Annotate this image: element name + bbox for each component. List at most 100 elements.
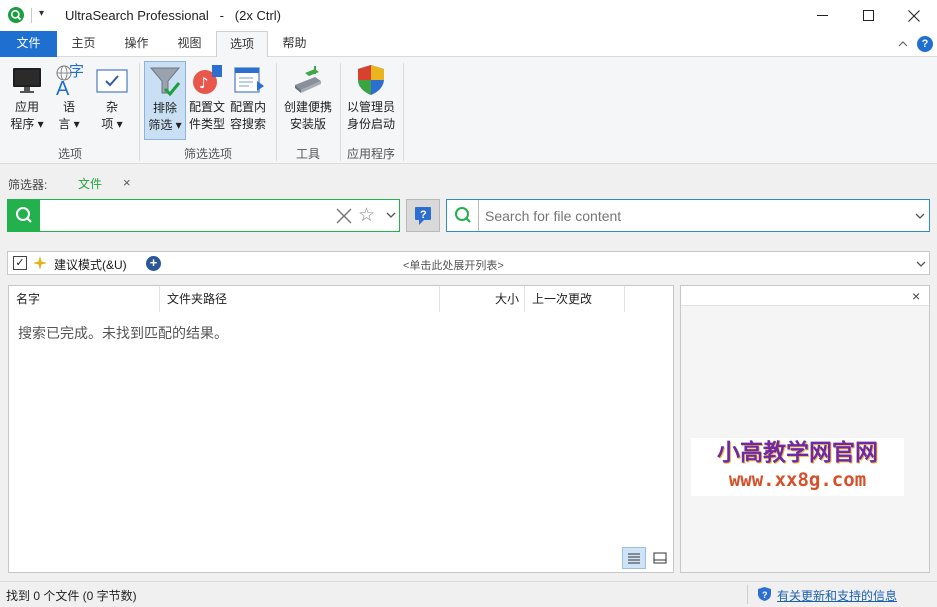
tab-help[interactable]: 帮助 [268,31,321,57]
maximize-button[interactable] [845,0,891,31]
checkbox-icon [95,63,129,97]
language-char: 字 [69,63,85,80]
watermark-logo: 小高教学网官网 www.xx8g.com [691,438,904,496]
status-result-count: 找到 0 个文件 (0 字节数) [6,589,137,603]
filter-tag-files[interactable]: 文件 [78,175,102,192]
applications-label-2: 程序 ▾ [10,117,44,131]
create-portable-button[interactable]: 创建便携 安装版 [281,61,335,139]
watermark-line-1: 小高教学网官网 [717,440,878,466]
group-label-tools: 工具 [295,147,320,161]
exclude-filter-label-2: 筛选 ▾ [148,118,182,132]
configure-content-search-label-2: 容搜索 [229,117,266,131]
exclude-filter-button[interactable]: 排除 筛选 ▾ [144,61,186,140]
monitor-icon [11,63,43,97]
group-separator [139,63,140,161]
preview-header [681,286,929,306]
configure-content-search-label-1: 配置内 [229,100,266,114]
filter-bar: 筛选器: 文件 × [0,165,937,201]
configure-file-types-label-1: 配置文 [188,100,225,114]
expand-list-text[interactable]: <单击此处展开列表> [403,257,504,273]
svg-text:♪: ♪ [199,74,209,92]
query-help-button[interactable]: ? [406,199,440,232]
misc-label-1: 杂 [105,100,118,114]
ribbon-tab-bar: 文件 主页 操作 视图 选项 帮助 ? [0,31,937,58]
content-search-box [446,199,930,232]
minimize-button[interactable] [799,0,845,31]
tab-actions[interactable]: 操作 [110,31,163,57]
content-search-input[interactable] [485,203,905,228]
preview-close-icon[interactable]: × [912,288,920,304]
music-file-icon: ♪ [190,63,224,97]
column-header-size[interactable]: 大小 [440,286,525,312]
collapse-ribbon-icon[interactable] [896,37,910,51]
suggestion-dropdown-icon[interactable] [915,258,927,270]
run-as-admin-label-1: 以管理员 [346,100,395,114]
suggestion-bar[interactable]: ✓ 建议模式(&U) + <单击此处展开列表> [7,251,930,275]
group-separator [403,63,404,161]
suggestion-mode-label: 建议模式(&U) [54,258,127,272]
svg-text:?: ? [420,209,427,221]
details-view-icon[interactable] [622,547,646,569]
add-suggestion-icon[interactable]: + [146,256,161,271]
results-panel: 名字 文件夹路径 大小 上一次更改 搜索已完成。未找到匹配的结果。 [8,285,674,573]
window-title: UltraSearch Professional - (2x Ctrl) [65,8,282,23]
search-history-dropdown-icon[interactable] [385,209,397,221]
clear-search-icon[interactable] [335,207,353,225]
run-as-admin-button[interactable]: 以管理员 身份启动 [344,61,398,139]
language-button[interactable]: A 字 语 言 ▾ [50,61,88,139]
search-button[interactable] [8,200,40,231]
title-bar: ▾ UltraSearch Professional - (2x Ctrl) [0,0,937,31]
suggestion-mode-checkbox[interactable]: ✓ [13,256,27,270]
no-results-message: 搜索已完成。未找到匹配的结果。 [18,325,228,341]
content-search-icon[interactable] [447,200,479,231]
help-icon[interactable]: ? [917,36,933,52]
status-bar: 找到 0 个文件 (0 字节数) ? 有关更新和支持的信息 [0,581,937,607]
exclude-filter-label-1: 排除 [152,101,177,115]
sparkle-icon [32,255,48,271]
svg-text:?: ? [762,590,768,600]
content-search-dropdown-icon[interactable] [914,210,926,222]
group-label-filter-options: 筛选选项 [183,147,232,161]
configure-file-types-label-2: 件类型 [188,117,225,131]
filename-search-input[interactable] [44,203,329,228]
tab-file[interactable]: 文件 [0,31,57,57]
content-search-icon [231,63,265,97]
applications-button[interactable]: 应用 程序 ▾ [5,61,49,139]
applications-label-1: 应用 [14,100,39,114]
updates-support-link[interactable]: 有关更新和支持的信息 [777,587,897,604]
language-icon: A 字 [52,63,86,100]
create-portable-label-1: 创建便携 [283,100,332,114]
app-search-icon[interactable] [8,7,24,23]
svg-text:A: A [56,78,70,97]
group-label-application: 应用程序 [346,147,395,161]
ribbon-panel: 应用 程序 ▾ A 字 语 言 ▾ 杂 项 ▾ 选项 排除 筛选 ▾ ♪ 配置文… [0,57,937,164]
watermark-line-2: www.xx8g.com [728,469,867,491]
favorite-star-icon[interactable]: ☆ [358,204,375,227]
column-header-folder-path[interactable]: 文件夹路径 [160,286,440,312]
configure-file-types-button[interactable]: ♪ 配置文 件类型 [187,61,227,139]
language-label-2: 言 ▾ [58,117,80,131]
column-header-name[interactable]: 名字 [9,286,160,312]
preview-view-icon[interactable] [649,547,671,569]
tab-options[interactable]: 选项 [216,31,268,58]
quick-access-separator [31,8,32,23]
quick-access-dropdown-icon[interactable]: ▾ [39,8,44,19]
close-button[interactable] [891,0,937,31]
group-separator [276,63,277,161]
tab-view[interactable]: 视图 [163,31,216,57]
column-header-modified[interactable]: 上一次更改 [525,286,625,312]
status-separator [747,585,748,604]
tab-home[interactable]: 主页 [57,31,110,57]
filter-tag-close-icon[interactable]: × [123,175,131,190]
preview-panel: × 小高教学网官网 www.xx8g.com [680,285,930,573]
shield-icon: ? [757,586,772,602]
filter-icon [148,64,182,98]
uac-shield-icon [354,63,388,97]
usb-drive-icon [291,63,325,97]
configure-content-search-button[interactable]: 配置内 容搜索 [228,61,268,139]
misc-button[interactable]: 杂 项 ▾ [91,61,133,139]
search-row: ☆ ? [0,199,937,235]
run-as-admin-label-2: 身份启动 [346,117,395,131]
group-label-options: 选项 [57,147,82,161]
language-label-1: 语 [62,100,75,114]
